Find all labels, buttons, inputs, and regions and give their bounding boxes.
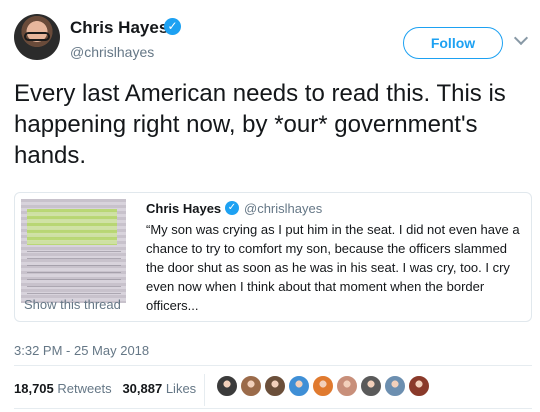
divider — [14, 365, 532, 366]
quoted-verified-badge-icon: ✓ — [225, 201, 239, 215]
show-thread-link[interactable]: Show this thread — [24, 297, 121, 312]
document-lines-image-region — [27, 251, 121, 297]
tweet-text: Every last American needs to read this. … — [14, 80, 506, 169]
retweets-label: Retweets — [57, 381, 112, 396]
quoted-author-handle: @chrislhayes — [244, 201, 323, 216]
author-name[interactable]: Chris Hayes — [70, 18, 168, 38]
liker-avatar[interactable] — [384, 375, 406, 397]
avatar[interactable] — [14, 14, 60, 60]
liker-avatar[interactable] — [360, 375, 382, 397]
divider — [204, 374, 205, 406]
author-handle[interactable]: @chrislhayes — [70, 44, 154, 60]
quoted-tweet-image[interactable] — [21, 199, 126, 303]
likes-count: 30,887 — [122, 381, 163, 396]
divider — [14, 408, 532, 409]
quoted-tweet-text: “My son was crying as I put him in the s… — [146, 222, 520, 313]
follow-button[interactable]: Follow — [403, 27, 503, 59]
chevron-down-icon[interactable] — [513, 30, 529, 46]
liker-avatar[interactable] — [216, 375, 238, 397]
tweet-card: Chris Hayes ✓ @chrislhayes Follow Every … — [0, 0, 540, 412]
engagement-stats: 18,705 Retweets 30,887 Likes — [14, 381, 196, 396]
verified-badge-icon: ✓ — [164, 18, 181, 35]
quoted-author-name: Chris Hayes — [146, 201, 222, 216]
retweets-stat[interactable]: 18,705 Retweets — [14, 381, 112, 396]
tweet-timestamp[interactable]: 3:32 PM - 25 May 2018 — [14, 343, 149, 358]
highlighted-text-image-region — [27, 209, 117, 245]
likes-stat[interactable]: 30,887 Likes — [122, 381, 196, 396]
liker-avatar[interactable] — [240, 375, 262, 397]
likes-label: Likes — [165, 381, 197, 396]
retweets-count: 18,705 — [14, 381, 54, 396]
liker-avatar[interactable] — [336, 375, 358, 397]
liker-avatar[interactable] — [288, 375, 310, 397]
liker-avatar[interactable] — [264, 375, 286, 397]
liker-avatar[interactable] — [408, 375, 430, 397]
liker-avatar[interactable] — [312, 375, 334, 397]
